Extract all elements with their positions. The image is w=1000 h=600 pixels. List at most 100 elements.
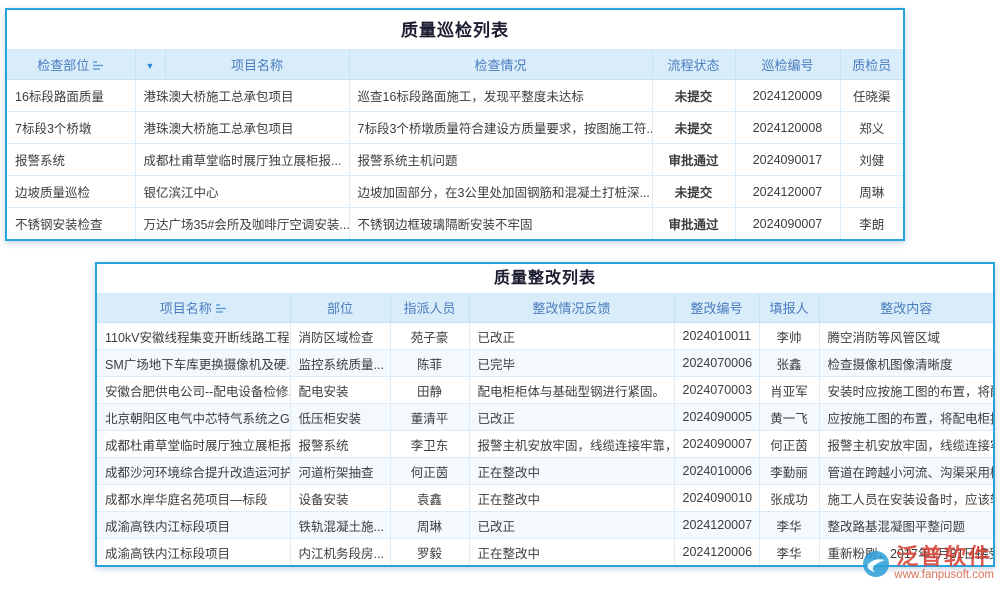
cell-check-part: 16标段路面质量	[7, 80, 135, 112]
cell-feedback: 报警主机安放牢固，线缆连接牢靠，报...	[469, 431, 674, 458]
rectification-table-title: 质量整改列表	[97, 264, 993, 293]
cell-filler: 肖亚军	[759, 377, 819, 404]
cell-filler: 李华	[759, 539, 819, 566]
cell-number-link[interactable]: 2024090010	[674, 485, 759, 512]
cell-number-link[interactable]: 2024090007	[674, 431, 759, 458]
cell-project-link[interactable]: 北京朝阳区电气中芯特气系统之G...	[97, 404, 290, 431]
table-row[interactable]: 成都沙河环境综合提升改造运河护... 河道桁架抽查 何正茵 正在整改中 2024…	[97, 458, 993, 485]
cell-part: 设备安装	[290, 485, 390, 512]
cell-content: 安装时应按施工图的布置，将配...	[819, 377, 993, 404]
cell-project-link[interactable]: 港珠澳大桥施工总承包项目	[135, 112, 349, 144]
cell-project-link[interactable]: 安徽合肥供电公司--配电设备检修...	[97, 377, 290, 404]
cell-number-link[interactable]: 2024120007	[674, 512, 759, 539]
cell-filler: 何正茵	[759, 431, 819, 458]
cell-content: 检查摄像机图像清晰度	[819, 350, 993, 377]
status-badge: 审批通过	[652, 208, 735, 240]
cell-project-link[interactable]: 成都杜甫草堂临时展厅独立展柜报...	[97, 431, 290, 458]
cell-number-link[interactable]: 2024070006	[674, 350, 759, 377]
table-row[interactable]: 成都杜甫草堂临时展厅独立展柜报... 报警系统 李卫东 报警主机安放牢固，线缆连…	[97, 431, 993, 458]
cell-project-link[interactable]: 万达广场35#会所及咖啡厅空调安装...	[135, 208, 349, 240]
cell-number-link[interactable]: 2024120007	[735, 176, 840, 208]
cell-part: 内江机务段房...	[290, 539, 390, 566]
header-filter-dropdown[interactable]: ▼	[135, 49, 165, 80]
sort-icon	[92, 60, 104, 71]
cell-number-link[interactable]: 2024070003	[674, 377, 759, 404]
cell-feedback: 正在整改中	[469, 458, 674, 485]
cell-part: 铁轨混凝土施...	[290, 512, 390, 539]
cell-project-link[interactable]: 成都杜甫草堂临时展厅独立展柜报...	[135, 144, 349, 176]
table-row[interactable]: 北京朝阳区电气中芯特气系统之G... 低压柜安装 董清平 已改正 2024090…	[97, 404, 993, 431]
cell-content: 管道在跨越小河流、沟渠采用桁...	[819, 458, 993, 485]
cell-content: 整改路基混凝图平整问题	[819, 512, 993, 539]
header-assignee: 指派人员	[390, 293, 469, 323]
inspection-header-row: 检查部位 ▼ 项目名称 检查情况 流程状态 巡检编号 质检员	[7, 49, 903, 80]
cell-assignee: 罗毅	[390, 539, 469, 566]
cell-filler: 李勤丽	[759, 458, 819, 485]
cell-inspector: 郑义	[840, 112, 903, 144]
cell-project-link[interactable]: 成渝高铁内江标段项目	[97, 539, 290, 566]
table-row[interactable]: SM广场地下车库更换摄像机及硬... 监控系统质量... 陈菲 已完毕 2024…	[97, 350, 993, 377]
rectification-table: 项目名称 部位 指派人员 整改情况反馈 整改编号 填报人 整改内容 110kV安…	[97, 293, 993, 565]
cell-content: 施工人员在安装设备时，应该轻...	[819, 485, 993, 512]
cell-project-link[interactable]: 成都水岸华庭名苑项目—标段	[97, 485, 290, 512]
table-row[interactable]: 成渝高铁内江标段项目 内江机务段房... 罗毅 正在整改中 2024120006…	[97, 539, 993, 566]
table-row[interactable]: 不锈钢安装检查 万达广场35#会所及咖啡厅空调安装... 不锈钢边框玻璃隔断安装…	[7, 208, 903, 240]
cell-number-link[interactable]: 2024120008	[735, 112, 840, 144]
cell-part: 监控系统质量...	[290, 350, 390, 377]
header-check-part[interactable]: 检查部位	[7, 49, 135, 80]
cell-assignee: 何正茵	[390, 458, 469, 485]
table-row[interactable]: 16标段路面质量 港珠澳大桥施工总承包项目 巡查16标段路面施工，发现平整度未达…	[7, 80, 903, 112]
cell-assignee: 周琳	[390, 512, 469, 539]
header-project-name-label: 项目名称	[160, 301, 212, 316]
cell-content: 腾空消防等风管区域	[819, 323, 993, 350]
status-badge: 未提交	[652, 80, 735, 112]
table-row[interactable]: 110kV安徽线程集变开断线路工程 消防区域检查 苑子豪 已改正 2024010…	[97, 323, 993, 350]
cell-number-link[interactable]: 2024090017	[735, 144, 840, 176]
cell-project-link[interactable]: 成渝高铁内江标段项目	[97, 512, 290, 539]
cell-number-link[interactable]: 2024120009	[735, 80, 840, 112]
cell-project-link[interactable]: 港珠澳大桥施工总承包项目	[135, 80, 349, 112]
table-row[interactable]: 7标段3个桥墩 港珠澳大桥施工总承包项目 7标段3个桥墩质量符合建设方质量要求，…	[7, 112, 903, 144]
cell-content: 报警主机安放牢固，线缆连接牢...	[819, 431, 993, 458]
header-check-situation: 检查情况	[349, 49, 652, 80]
sort-icon	[215, 303, 227, 314]
cell-number-link[interactable]: 2024090005	[674, 404, 759, 431]
cell-situation: 巡查16标段路面施工，发现平整度未达标	[349, 80, 652, 112]
cell-number-link[interactable]: 2024120006	[674, 539, 759, 566]
rectification-header-row: 项目名称 部位 指派人员 整改情况反馈 整改编号 填报人 整改内容	[97, 293, 993, 323]
table-row[interactable]: 成都水岸华庭名苑项目—标段 设备安装 袁鑫 正在整改中 2024090010 张…	[97, 485, 993, 512]
cell-filler: 李华	[759, 512, 819, 539]
header-part: 部位	[290, 293, 390, 323]
inspection-table-title: 质量巡检列表	[7, 10, 903, 49]
cell-content: 应按施工图的布置，将配电柜按...	[819, 404, 993, 431]
table-row[interactable]: 报警系统 成都杜甫草堂临时展厅独立展柜报... 报警系统主机问题 审批通过 20…	[7, 144, 903, 176]
rectification-table-card: 质量整改列表 项目名称 部位 指派人员 整改情况反馈 整改编号 填报人 整改内容…	[95, 262, 995, 567]
cell-project-link[interactable]: 银亿滨江中心	[135, 176, 349, 208]
cell-project-link[interactable]: 成都沙河环境综合提升改造运河护...	[97, 458, 290, 485]
header-rect-content: 整改内容	[819, 293, 993, 323]
cell-project-link[interactable]: 110kV安徽线程集变开断线路工程	[97, 323, 290, 350]
cell-situation: 边坡加固部分，在3公里处加固钢筋和混凝土打桩深...	[349, 176, 652, 208]
status-badge: 未提交	[652, 176, 735, 208]
cell-part: 配电安装	[290, 377, 390, 404]
header-feedback: 整改情况反馈	[469, 293, 674, 323]
table-row[interactable]: 安徽合肥供电公司--配电设备检修... 配电安装 田静 配电柜柜体与基础型钢进行…	[97, 377, 993, 404]
cell-inspector: 刘健	[840, 144, 903, 176]
header-project-name[interactable]: 项目名称	[97, 293, 290, 323]
cell-part: 消防区域检查	[290, 323, 390, 350]
cell-feedback: 正在整改中	[469, 539, 674, 566]
cell-assignee: 苑子豪	[390, 323, 469, 350]
cell-number-link[interactable]: 2024090007	[735, 208, 840, 240]
cell-situation: 不锈钢边框玻璃隔断安装不牢固	[349, 208, 652, 240]
cell-number-link[interactable]: 2024010011	[674, 323, 759, 350]
table-row[interactable]: 边坡质量巡检 银亿滨江中心 边坡加固部分，在3公里处加固钢筋和混凝土打桩深...…	[7, 176, 903, 208]
header-flow-status: 流程状态	[652, 49, 735, 80]
cell-assignee: 田静	[390, 377, 469, 404]
status-badge: 未提交	[652, 112, 735, 144]
cell-project-link[interactable]: SM广场地下车库更换摄像机及硬...	[97, 350, 290, 377]
cell-number-link[interactable]: 2024010006	[674, 458, 759, 485]
table-row[interactable]: 成渝高铁内江标段项目 铁轨混凝土施... 周琳 已改正 2024120007 李…	[97, 512, 993, 539]
cell-part: 报警系统	[290, 431, 390, 458]
header-rect-number: 整改编号	[674, 293, 759, 323]
cell-feedback: 已改正	[469, 323, 674, 350]
